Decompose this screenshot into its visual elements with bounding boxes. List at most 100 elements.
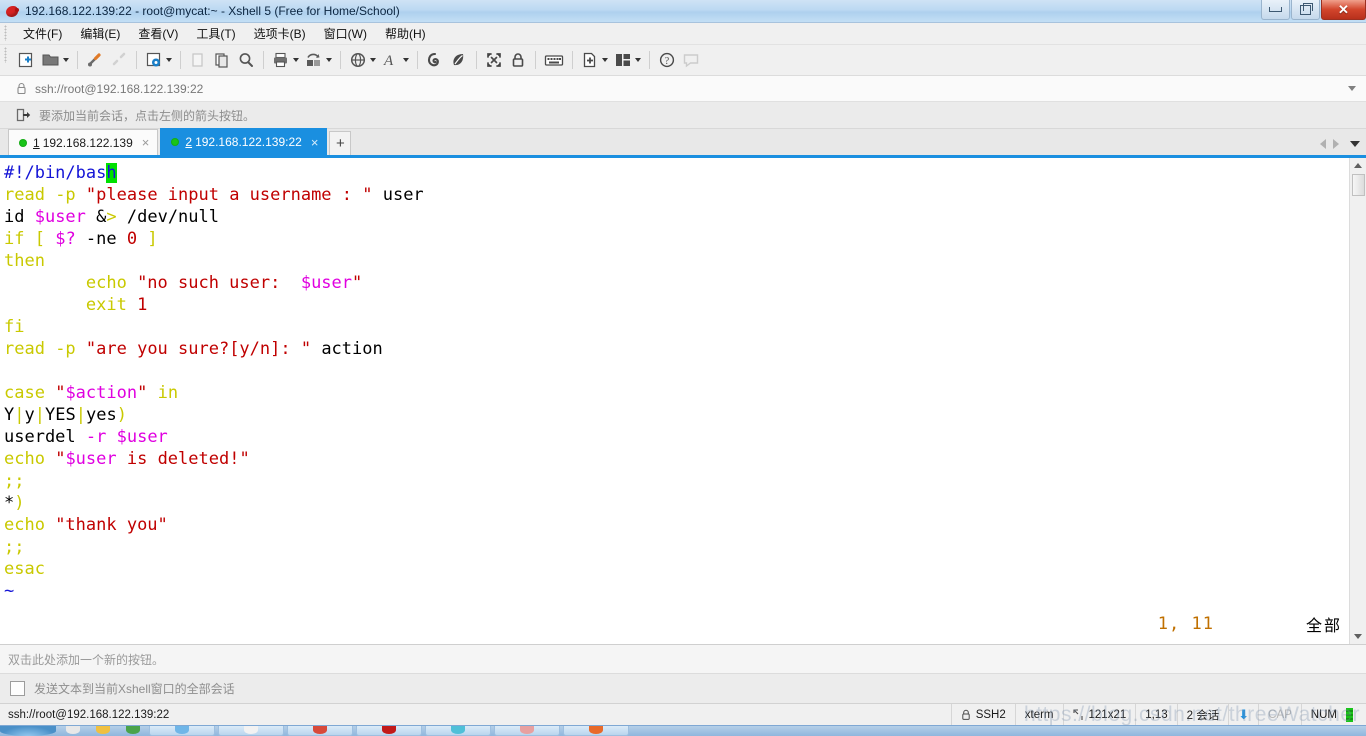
taskbar-item[interactable] bbox=[494, 726, 560, 736]
menu-help[interactable]: 帮助(H) bbox=[376, 23, 435, 44]
fullscreen-icon[interactable] bbox=[482, 48, 506, 72]
spiral-icon[interactable] bbox=[423, 48, 447, 72]
terminal-line: case "$action" in bbox=[4, 382, 1349, 404]
lock-icon bbox=[962, 709, 970, 720]
terminal-span: case bbox=[4, 383, 56, 403]
quick-launch-icon[interactable] bbox=[120, 726, 146, 736]
terminal-span: "are you sure?[y/n]: " bbox=[85, 339, 312, 359]
status-num-label: NUM bbox=[1310, 708, 1337, 721]
terminal-span: ;; bbox=[4, 471, 25, 491]
close-button[interactable]: ✕ bbox=[1321, 0, 1366, 20]
chevron-down-icon[interactable] bbox=[293, 58, 299, 62]
leaf-icon[interactable] bbox=[447, 48, 471, 72]
status-bar: ssh://root@192.168.122.139:22 SSH2 xterm… bbox=[0, 703, 1366, 726]
terminal-span: esac bbox=[4, 559, 45, 579]
menu-edit[interactable]: 编辑(E) bbox=[71, 23, 129, 44]
terminal-line: echo "no such user: $user" bbox=[4, 272, 1349, 294]
find-icon[interactable] bbox=[234, 48, 258, 72]
terminal-span: userdel bbox=[4, 427, 86, 447]
session-tab-2[interactable]: 2 192.168.122.139:22 × bbox=[160, 128, 328, 155]
layout-icon[interactable] bbox=[611, 48, 644, 72]
terminal-span: id bbox=[4, 207, 35, 227]
print-icon[interactable] bbox=[269, 48, 302, 72]
terminal-span: fi bbox=[4, 317, 25, 337]
scrollbar-thumb[interactable] bbox=[1352, 174, 1365, 196]
new-session-icon[interactable] bbox=[14, 48, 38, 72]
send-to-all-checkbox[interactable] bbox=[10, 681, 25, 696]
terminal-span: user bbox=[372, 185, 424, 205]
add-session-icon[interactable] bbox=[16, 108, 31, 122]
scroll-down-button[interactable] bbox=[1351, 629, 1366, 644]
terminal-span: $user bbox=[34, 207, 86, 227]
taskbar-item[interactable] bbox=[425, 726, 491, 736]
copy-icon[interactable] bbox=[186, 48, 210, 72]
chevron-down-icon[interactable] bbox=[166, 58, 172, 62]
xshell-icon bbox=[4, 3, 20, 19]
resize-grip[interactable] bbox=[1346, 707, 1353, 722]
disconnect-icon[interactable] bbox=[107, 48, 131, 72]
vim-status-line: 1, 11 全部 bbox=[1158, 612, 1342, 636]
quick-button-bar[interactable]: 双击此处添加一个新的按钮。 bbox=[0, 644, 1366, 673]
help-icon[interactable]: ? bbox=[655, 48, 679, 72]
start-button[interactable] bbox=[0, 726, 56, 736]
chevron-down-icon[interactable] bbox=[1348, 86, 1356, 91]
terminal-scrollbar[interactable] bbox=[1349, 158, 1366, 644]
next-tab-arrow-icon[interactable] bbox=[1333, 139, 1339, 149]
new-tab-button[interactable]: + bbox=[329, 131, 352, 155]
keyboard-icon[interactable] bbox=[541, 48, 567, 72]
chevron-down-icon[interactable] bbox=[370, 58, 376, 62]
chevron-down-icon[interactable] bbox=[326, 58, 332, 62]
tab-close-icon[interactable]: × bbox=[311, 136, 319, 149]
address-input[interactable]: ssh://root@192.168.122.139:22 bbox=[35, 82, 203, 96]
tab-list-dropdown-icon[interactable] bbox=[1350, 141, 1360, 147]
terminal-screen[interactable]: #!/bin/bash read -p "please input a usern… bbox=[0, 158, 1349, 644]
menu-window[interactable]: 窗口(W) bbox=[315, 23, 376, 44]
menu-tabs[interactable]: 选项卡(B) bbox=[245, 23, 315, 44]
connect-icon[interactable] bbox=[83, 48, 107, 72]
terminal-line: ;; bbox=[4, 536, 1349, 558]
quick-launch-icon[interactable] bbox=[60, 726, 86, 736]
font-icon[interactable]: A bbox=[379, 48, 412, 72]
terminal-line: id $user &> /dev/null bbox=[4, 206, 1349, 228]
taskbar-item[interactable] bbox=[218, 726, 284, 736]
lock-icon[interactable] bbox=[506, 48, 530, 72]
chat-icon[interactable] bbox=[679, 48, 703, 72]
taskbar-item[interactable] bbox=[287, 726, 353, 736]
open-folder-icon[interactable] bbox=[38, 48, 72, 72]
menu-gripper[interactable] bbox=[4, 25, 7, 41]
terminal-line: exit 1 bbox=[4, 294, 1349, 316]
send-to-all-bar: 发送文本到当前Xshell窗口的全部会话 bbox=[0, 673, 1366, 703]
session-properties-icon[interactable] bbox=[142, 48, 175, 72]
paste-icon[interactable] bbox=[210, 48, 234, 72]
taskbar-item[interactable] bbox=[563, 726, 629, 736]
menu-tools[interactable]: 工具(T) bbox=[187, 23, 244, 44]
menu-file[interactable]: 文件(F) bbox=[14, 23, 71, 44]
terminal-span: y bbox=[24, 405, 35, 425]
send-to-all-label: 发送文本到当前Xshell窗口的全部会话 bbox=[34, 682, 235, 696]
taskbar-item[interactable] bbox=[356, 726, 422, 736]
chevron-down-icon[interactable] bbox=[602, 58, 608, 62]
taskbar-item[interactable] bbox=[149, 726, 215, 736]
toolbar-gripper[interactable] bbox=[4, 47, 7, 63]
terminal-span: echo bbox=[4, 449, 56, 469]
transfer-icon[interactable] bbox=[302, 48, 335, 72]
restore-button[interactable] bbox=[1291, 0, 1320, 20]
minimize-button[interactable] bbox=[1261, 0, 1290, 20]
terminal-line: #!/bin/bash bbox=[4, 162, 1349, 184]
session-tab-1[interactable]: 1 192.168.122.139 × bbox=[8, 129, 159, 155]
svg-text:A: A bbox=[383, 53, 394, 69]
tab-close-icon[interactable]: × bbox=[142, 136, 150, 149]
new-file-icon[interactable] bbox=[578, 48, 611, 72]
scroll-up-button[interactable] bbox=[1351, 158, 1366, 173]
terminal-line: read -p "please input a username : " use… bbox=[4, 184, 1349, 206]
chevron-down-icon[interactable] bbox=[635, 58, 641, 62]
terminal-line: *) bbox=[4, 492, 1349, 514]
globe-icon[interactable] bbox=[346, 48, 379, 72]
address-bar[interactable]: ssh://root@192.168.122.139:22 bbox=[0, 76, 1366, 102]
prev-tab-arrow-icon[interactable] bbox=[1320, 139, 1326, 149]
menu-view[interactable]: 查看(V) bbox=[129, 23, 187, 44]
chevron-down-icon[interactable] bbox=[63, 58, 69, 62]
chevron-down-icon[interactable] bbox=[403, 58, 409, 62]
quick-launch-icon[interactable] bbox=[90, 726, 116, 736]
